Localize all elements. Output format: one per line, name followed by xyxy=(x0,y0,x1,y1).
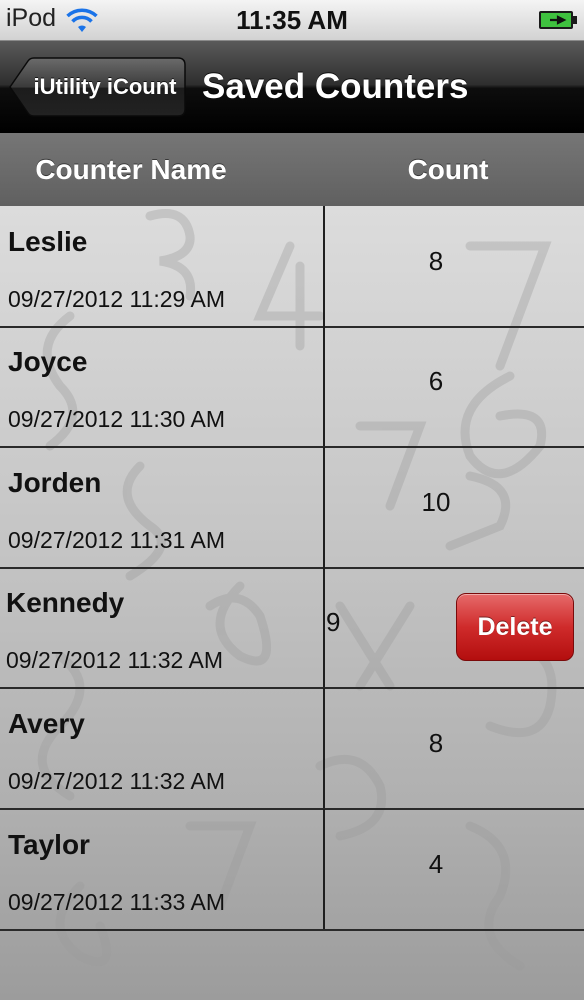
counter-name: Kennedy xyxy=(6,587,125,618)
column-header-counter-name: Counter Name xyxy=(35,154,227,185)
counter-row-joyce[interactable]: Joyce 09/27/2012 11:30 AM 6 xyxy=(0,326,584,448)
delete-button[interactable]: Delete xyxy=(456,593,574,661)
status-time: 11:35 AM xyxy=(236,5,348,35)
counter-list[interactable]: Leslie 09/27/2012 11:29 AM 8 Joyce 09/27… xyxy=(0,206,584,1000)
counter-date: 09/27/2012 11:32 AM xyxy=(8,768,225,794)
counter-date: 09/27/2012 11:29 AM xyxy=(8,286,225,312)
counter-name: Joyce xyxy=(8,346,88,377)
navigation-bar: iUtility iCount Saved Counters xyxy=(0,41,584,133)
counter-row-jorden[interactable]: Jorden 09/27/2012 11:31 AM 10 xyxy=(0,447,584,569)
counter-date: 09/27/2012 11:30 AM xyxy=(8,406,225,432)
counter-row-leslie[interactable]: Leslie 09/27/2012 11:29 AM 8 xyxy=(0,206,584,328)
page-title: Saved Counters xyxy=(202,67,469,106)
back-button-label: iUtility iCount xyxy=(33,74,177,99)
counter-name: Taylor xyxy=(8,829,90,860)
column-divider xyxy=(323,567,325,687)
counter-count: 9 xyxy=(326,607,341,637)
counter-row-kennedy[interactable]: Kennedy 09/27/2012 11:32 AM 9 Delete xyxy=(0,567,584,689)
counter-row-taylor[interactable]: Taylor 09/27/2012 11:33 AM 4 xyxy=(0,809,584,931)
counter-count: 10 xyxy=(421,487,451,517)
counter-count: 8 xyxy=(428,246,444,276)
counter-count: 6 xyxy=(428,366,444,396)
counter-count: 8 xyxy=(428,728,444,758)
counter-date: 09/27/2012 11:31 AM xyxy=(8,527,225,553)
counter-name: Avery xyxy=(8,708,85,739)
counter-count: 4 xyxy=(428,849,444,879)
counter-date: 09/27/2012 11:32 AM xyxy=(6,647,223,673)
table-header: Counter Name Count xyxy=(0,133,584,206)
counter-name: Leslie xyxy=(8,226,88,257)
status-bar: iPod 11:35 AM xyxy=(0,0,584,41)
counter-row-avery[interactable]: Avery 09/27/2012 11:32 AM 8 xyxy=(0,688,584,810)
column-header-count: Count xyxy=(407,154,489,185)
back-button[interactable]: iUtility iCount xyxy=(8,57,186,117)
counter-name: Jorden xyxy=(8,467,102,498)
battery-charging-icon xyxy=(539,11,577,29)
counter-date: 09/27/2012 11:33 AM xyxy=(8,889,225,915)
